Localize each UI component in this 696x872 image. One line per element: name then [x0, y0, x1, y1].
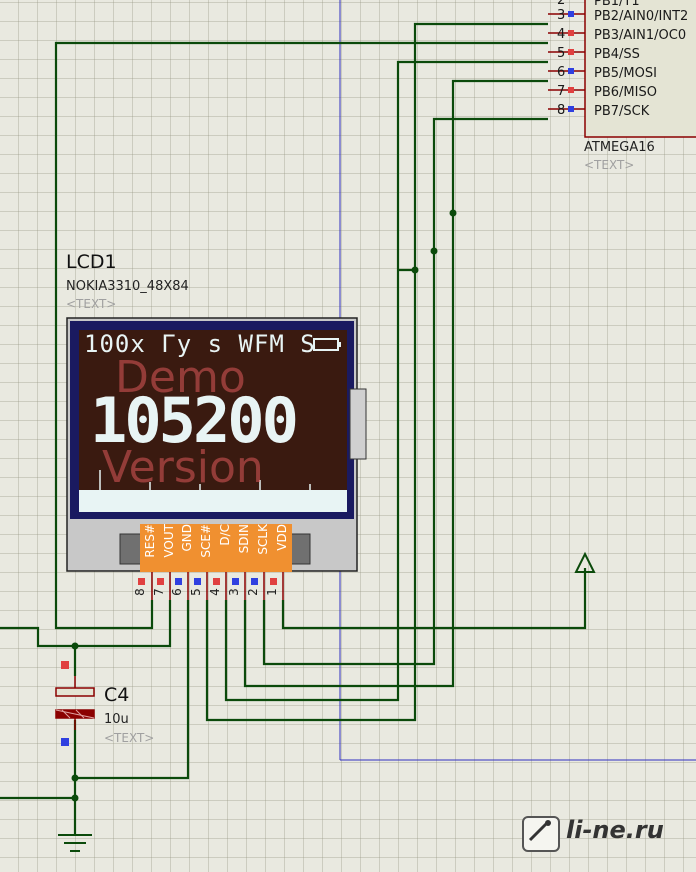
- mcu-pin-num-2: 2: [557, 0, 566, 8]
- lcd-pin-label-dc: D/C: [218, 524, 232, 546]
- lcd-part-name[interactable]: NOKIA3310_48X84: [66, 279, 189, 294]
- lcd-pin-num-6: 6: [169, 588, 184, 596]
- cap-reference[interactable]: C4: [104, 684, 129, 706]
- lcd-pin-num-2: 2: [245, 588, 260, 596]
- lcd-pin-num-1: 1: [264, 588, 279, 596]
- mcu-pin-num-6: 6: [557, 65, 566, 80]
- watermark-text: li-ne.ru: [566, 816, 664, 844]
- mcu-pin-num-7: 7: [557, 84, 566, 99]
- mcu-pin-num-8: 8: [557, 103, 566, 118]
- mcu-pin-num-4: 4: [557, 27, 566, 42]
- lcd-pin-num-3: 3: [226, 588, 241, 596]
- lcd-reference[interactable]: LCD1: [66, 251, 117, 273]
- lcd-pin-label-sce: SCE#: [199, 524, 213, 558]
- mcu-pin-name-pb4: PB4/SS: [594, 47, 640, 62]
- lcd-pin-label-vout: VOUT: [162, 524, 176, 558]
- cap-value[interactable]: 10u: [104, 712, 129, 727]
- ground-icon: [58, 834, 92, 852]
- mcu-pin-name-pb2: PB2/AIN0/INT2: [594, 9, 689, 24]
- wire-vout: [75, 600, 172, 648]
- lcd-pin-label-sclk: SCLK: [256, 524, 270, 555]
- lcd-pin-label-gnd: GND: [180, 524, 194, 552]
- lcd-pin-num-8: 8: [132, 588, 147, 596]
- lcd-pin-num-5: 5: [188, 588, 203, 596]
- mcu-pin-name-pb5: PB5/MOSI: [594, 66, 657, 81]
- lcd-watermark-bottom: Version: [102, 442, 264, 493]
- mcu-pin-name-pb3: PB3/AIN1/OC0: [594, 28, 687, 43]
- lcd-text-placeholder: <TEXT>: [66, 297, 117, 311]
- mcu-text-placeholder: <TEXT>: [584, 158, 635, 172]
- lcd-pin-num-7: 7: [151, 588, 166, 596]
- mcu-pin-name-pb6: PB6/MISO: [594, 85, 657, 100]
- mcu-pin-num-3: 3: [557, 8, 566, 23]
- cap-text-placeholder: <TEXT>: [104, 731, 155, 745]
- lcd-pin-num-4: 4: [207, 588, 222, 596]
- mcu-part-name[interactable]: ATMEGA16: [584, 140, 655, 155]
- mcu-pin-num-5: 5: [557, 46, 566, 61]
- mcu-pin-name-pb1: PB1/T1: [594, 0, 640, 9]
- mcu-pin-stubs: [548, 13, 585, 110]
- mcu-pin-markers: [568, 11, 574, 112]
- mcu-pin-name-pb7: PB7/SCK: [594, 104, 650, 119]
- watermark-logo-icon: [522, 816, 560, 852]
- lcd-pin-label-vdd: VDD: [275, 524, 289, 551]
- lcd-pin-label-res: RES#: [143, 524, 157, 558]
- lcd-pin-label-sdin: SDIN: [237, 524, 251, 554]
